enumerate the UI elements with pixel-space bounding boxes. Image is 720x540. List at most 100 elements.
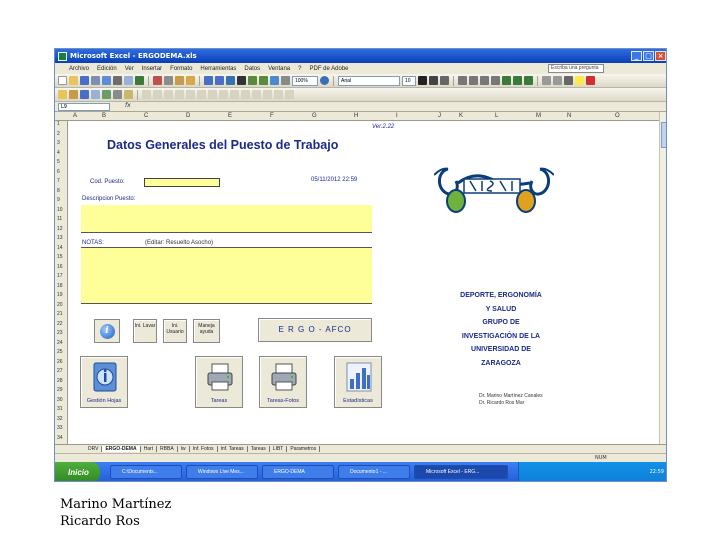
percent-icon[interactable] [513, 76, 522, 85]
tool-icon-e[interactable] [186, 90, 195, 99]
sheet-tab-rbba[interactable]: RBBA [157, 446, 178, 452]
tool-icon-j[interactable] [241, 90, 250, 99]
zoom-select[interactable]: 100% [292, 75, 318, 86]
row-header[interactable]: 14 [57, 245, 63, 251]
tareas-fotos-button[interactable]: Tareas-Fotos [259, 356, 307, 408]
bold-icon[interactable] [418, 76, 427, 85]
font-color-icon[interactable] [586, 76, 595, 85]
column-header[interactable]: M [536, 112, 541, 121]
minimize-button[interactable]: _ [631, 51, 642, 61]
column-header[interactable]: A [73, 112, 77, 121]
row-header[interactable]: 28 [57, 378, 63, 384]
row-header[interactable]: 34 [57, 435, 63, 441]
column-header[interactable]: I [396, 112, 398, 121]
decrease-indent-icon[interactable] [542, 76, 551, 85]
menu-formato[interactable]: Formato [170, 66, 192, 72]
column-header[interactable]: O [615, 112, 620, 121]
print-preview-icon[interactable] [124, 76, 133, 85]
column-header[interactable]: E [228, 112, 232, 121]
folder-icon[interactable] [58, 90, 67, 99]
disk-icon[interactable] [80, 90, 89, 99]
column-header[interactable]: B [102, 112, 106, 121]
align-center-icon[interactable] [469, 76, 478, 85]
row-header[interactable]: 8 [57, 188, 60, 194]
comment-icon[interactable] [91, 90, 100, 99]
row-header[interactable]: 21 [57, 311, 63, 317]
row-header[interactable]: 27 [57, 368, 63, 374]
tool-icon-n[interactable] [285, 90, 294, 99]
hyperlink-icon[interactable] [226, 76, 235, 85]
align-left-icon[interactable] [458, 76, 467, 85]
descripcion-field[interactable] [81, 205, 372, 233]
new-icon[interactable] [58, 76, 67, 85]
copy-icon[interactable] [164, 76, 173, 85]
sheet-tab-parametros[interactable]: Parametros [287, 446, 321, 452]
format-painter-icon[interactable] [186, 76, 195, 85]
undo-icon[interactable] [204, 76, 213, 85]
paste-icon[interactable] [175, 76, 184, 85]
column-header[interactable]: N [567, 112, 571, 121]
sheet-tab-inf-fotos[interactable]: Inf. Fotos [190, 446, 218, 452]
row-header[interactable]: 32 [57, 416, 63, 422]
ergo-afco-button[interactable]: E R G O - AFCO [258, 318, 372, 342]
taskbar-item[interactable]: Windows Live Mes... [186, 465, 258, 479]
redo-icon[interactable] [215, 76, 224, 85]
sheet-tab-hart[interactable]: Hart [141, 446, 158, 452]
start-button[interactable]: Inicio [55, 462, 100, 481]
help-icon[interactable] [320, 76, 329, 85]
ini-usuario-button[interactable]: Ini. Usuario [163, 319, 187, 343]
menu-pdf[interactable]: PDF de Adobe [309, 66, 348, 72]
scroll-thumb[interactable] [661, 122, 666, 148]
sort-asc-icon[interactable] [248, 76, 257, 85]
borders-icon[interactable] [564, 76, 573, 85]
row-header[interactable]: 30 [57, 397, 63, 403]
info-button[interactable]: i [94, 319, 120, 343]
gestion-hojas-button[interactable]: Gestión Hojas [80, 356, 128, 408]
sheet-tab-iw[interactable]: Iw [178, 446, 190, 452]
row-header[interactable]: 23 [57, 330, 63, 336]
thousands-icon[interactable] [524, 76, 533, 85]
sheet-tab-tareas[interactable]: Tareas [248, 446, 270, 452]
menu-archivo[interactable]: Archivo [69, 66, 89, 72]
tool-icon-g[interactable] [208, 90, 217, 99]
row-header[interactable]: 15 [57, 254, 63, 260]
vertical-scrollbar[interactable] [659, 112, 666, 444]
menu-datos[interactable]: Datos [244, 66, 260, 72]
permission-icon[interactable] [91, 76, 100, 85]
tool-icon-b[interactable] [153, 90, 162, 99]
column-header[interactable]: D [186, 112, 190, 121]
tool-icon-a[interactable] [142, 90, 151, 99]
maximize-button[interactable]: □ [643, 51, 654, 61]
column-header[interactable]: C [144, 112, 148, 121]
column-header[interactable]: J [438, 112, 441, 121]
align-right-icon[interactable] [480, 76, 489, 85]
row-header[interactable]: 3 [57, 140, 60, 146]
menu-insertar[interactable]: Insertar [142, 66, 162, 72]
cod-puesto-field[interactable] [144, 178, 220, 187]
taskbar-item[interactable]: ERGO-DEMA [262, 465, 334, 479]
italic-icon[interactable] [429, 76, 438, 85]
row-header[interactable]: 31 [57, 406, 63, 412]
close-button[interactable]: × [655, 51, 666, 61]
underline-icon[interactable] [440, 76, 449, 85]
open-icon[interactable] [69, 76, 78, 85]
font-select[interactable]: Arial [338, 75, 400, 86]
spelling-icon[interactable] [135, 76, 144, 85]
tareas-button[interactable]: Tareas [195, 356, 243, 408]
row-header[interactable]: 13 [57, 235, 63, 241]
highlight-icon[interactable] [124, 90, 133, 99]
row-header[interactable]: 25 [57, 349, 63, 355]
row-header[interactable]: 24 [57, 340, 63, 346]
row-header[interactable]: 20 [57, 302, 63, 308]
fill-color-icon[interactable] [575, 76, 584, 85]
taskbar-item[interactable]: Documento1 - ... [338, 465, 410, 479]
sort-desc-icon[interactable] [259, 76, 268, 85]
row-header[interactable]: 9 [57, 197, 60, 203]
worksheet[interactable]: Ver.2.22 Datos Generales del Puesto de T… [69, 121, 659, 444]
menu-ventana[interactable]: Ventana [268, 66, 290, 72]
tool-icon-k[interactable] [252, 90, 261, 99]
row-header[interactable]: 17 [57, 273, 63, 279]
row-header[interactable]: 29 [57, 387, 63, 393]
row-header[interactable]: 22 [57, 321, 63, 327]
font-size-select[interactable]: 10 [402, 75, 416, 86]
